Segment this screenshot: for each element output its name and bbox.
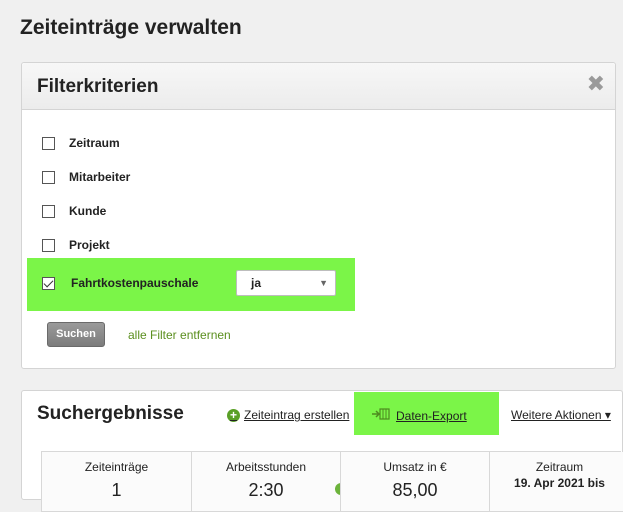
search-button[interactable]: Suchen [47, 322, 105, 347]
filter-item-mitarbeiter[interactable]: Mitarbeiter [42, 167, 130, 187]
filter-item-projekt[interactable]: Projekt [42, 235, 110, 255]
filter-item-kunde[interactable]: Kunde [42, 201, 106, 221]
filter-label: Fahrtkostenpauschale [71, 276, 199, 290]
stat-label: Zeiteinträge [84, 460, 149, 474]
filter-item-fahrtkostenpauschale[interactable]: Fahrtkostenpauschale [42, 273, 198, 293]
filter-label: Kunde [69, 204, 107, 218]
page-title: Zeiteinträge verwalten [20, 16, 242, 39]
projekt-checkbox[interactable] [42, 238, 55, 252]
chevron-down-icon: ▼ [319, 278, 328, 288]
export-icon [371, 408, 391, 423]
kunde-checkbox[interactable] [42, 204, 55, 218]
stats-bar: Zeiteinträge 1 Arbeitsstunden 2:30 Umsat… [41, 451, 623, 512]
filter-label: Mitarbeiter [69, 170, 131, 184]
stat-period: Zeitraum 19. Apr 2021 bis [489, 452, 623, 512]
stat-hours: Arbeitsstunden 2:30 [191, 452, 347, 512]
filter-label: Projekt [69, 238, 110, 252]
filter-panel-header: Filterkriterien ✖ [22, 63, 615, 110]
stat-label: Umsatz in € [383, 460, 447, 474]
stat-label: Arbeitsstunden [225, 460, 307, 474]
fahrtkostenpauschale-checkbox[interactable] [42, 276, 55, 290]
results-title: Suchergebnisse [37, 403, 184, 424]
create-entry-label: Zeiteintrag erstellen [244, 408, 350, 422]
stat-value: 2:30 [248, 480, 284, 500]
filter-panel: Filterkriterien ✖ [21, 62, 616, 369]
filter-item-zeitraum[interactable]: Zeitraum [42, 133, 120, 153]
more-actions-dropdown[interactable]: Weitere Aktionen ▾ [511, 408, 611, 422]
zeitraum-checkbox[interactable] [42, 136, 55, 150]
export-action[interactable]: Daten-Export [371, 408, 467, 423]
create-entry-action[interactable]: + Zeiteintrag erstellen [227, 408, 349, 422]
stat-entries: Zeiteinträge 1 [41, 452, 192, 512]
close-x-icon[interactable]: ✖ [587, 72, 605, 96]
fahrtkosten-select[interactable]: ja ▼ [236, 270, 336, 296]
plus-icon: + [227, 408, 240, 422]
filter-panel-title: Filterkriterien [37, 76, 159, 97]
fahrtkosten-select-value: ja [251, 276, 262, 290]
mitarbeiter-checkbox[interactable] [42, 170, 55, 184]
stat-label: Zeitraum [535, 460, 584, 474]
filter-label: Zeitraum [69, 136, 120, 150]
stat-value: 19. Apr 2021 bis [514, 476, 605, 490]
stat-revenue: Umsatz in € 85,00 [340, 452, 490, 512]
more-actions-label: Weitere Aktionen ▾ [511, 408, 611, 422]
export-label: Daten-Export [396, 408, 467, 423]
remove-filters-link[interactable]: alle Filter entfernen [128, 328, 231, 342]
stat-value: 1 [111, 480, 122, 500]
stat-value: 85,00 [392, 480, 438, 500]
